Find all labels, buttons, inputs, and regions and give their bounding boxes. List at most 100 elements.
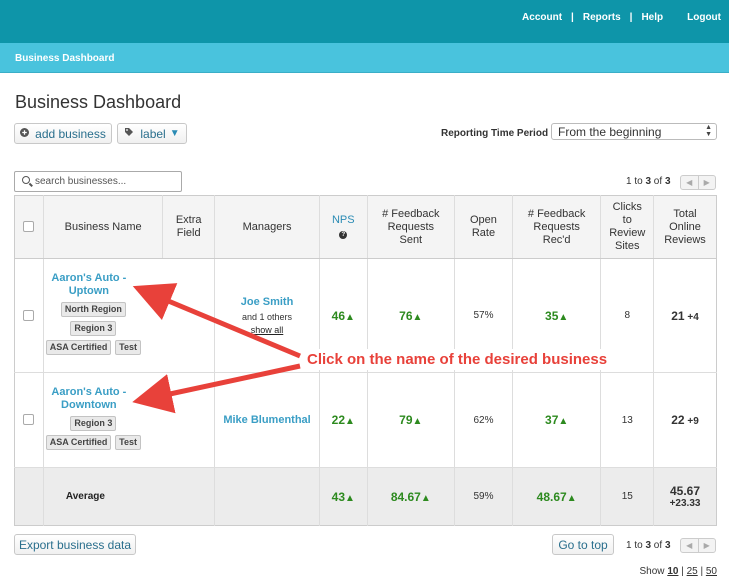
average-label: Average [43, 467, 215, 526]
manager-link[interactable]: Mike Blumenthal [215, 414, 319, 426]
add-business-button[interactable]: add business [14, 123, 112, 144]
up-triangle-icon: ▲ [420, 492, 431, 504]
export-label: Export business data [18, 537, 132, 552]
col-open-rate[interactable]: Open Rate [454, 195, 513, 259]
avg-reviews-delta: +23.33 [669, 498, 701, 509]
search-icon [22, 176, 30, 184]
page-title: Business Dashboard [15, 92, 182, 112]
tag-badge: ASA Certified [45, 340, 112, 355]
go-to-top-button[interactable]: Go to top [552, 534, 614, 555]
up-triangle-icon: ▲ [345, 492, 355, 504]
col-total-reviews[interactable]: Total Online Reviews [653, 195, 717, 259]
nav-logout[interactable]: Logout [687, 12, 721, 23]
avg-open-rate-value: 59% [454, 467, 513, 526]
open-rate-value: 62% [454, 372, 513, 468]
page-size-25[interactable]: 25 [687, 566, 698, 577]
next-page-icon[interactable]: ▶ [697, 539, 716, 552]
page-size-50[interactable]: 50 [706, 566, 717, 577]
feedback-recd-value: 35 [545, 308, 559, 323]
avg-nps-value: 43 [331, 489, 346, 504]
col-managers[interactable]: Managers [214, 195, 321, 259]
up-triangle-icon: ▲ [345, 416, 355, 427]
tag-icon [124, 127, 134, 140]
up-triangle-icon: ▲ [345, 311, 355, 323]
callout-text: Click on the name of the desired busines… [303, 349, 612, 370]
tag-badge: North Region [60, 302, 126, 317]
feedback-sent-value: 76 [399, 308, 413, 323]
avg-total-reviews-value: 45.67 [670, 484, 701, 498]
label-button[interactable]: label ▼ [117, 123, 187, 144]
show-all-link[interactable]: show all [251, 325, 284, 335]
tag-badge: Test [115, 340, 142, 355]
row-checkbox[interactable] [23, 414, 35, 426]
col-extra-field[interactable]: Extra Field [162, 195, 215, 259]
average-row: Average 43▲ 84.67▲ 59% 48.67▲ 15 45.67 +2… [14, 467, 717, 526]
business-name-link[interactable]: Aaron's Auto - Downtown [44, 386, 134, 412]
avg-feedback-recd-value: 48.67 [536, 489, 567, 504]
tag-badge: ASA Certified [45, 435, 112, 450]
up-triangle-icon: ▲ [566, 492, 577, 504]
caret-down-icon: ▼ [169, 128, 180, 139]
row-checkbox[interactable] [23, 309, 35, 321]
tag-badge: Test [115, 435, 142, 450]
feedback-recd-value: 37 [545, 413, 559, 427]
updown-arrows-icon: ▲ ▼ [705, 124, 712, 138]
avg-feedback-sent-value: 84.67 [390, 489, 421, 504]
nps-value: 46 [331, 308, 346, 323]
export-business-data-button[interactable]: Export business data [14, 534, 136, 555]
up-triangle-icon: ▲ [558, 311, 569, 323]
reporting-period-label: Reporting Time Period [441, 128, 549, 139]
go-to-top-label: Go to top [558, 537, 608, 552]
up-triangle-icon: ▲ [412, 311, 423, 323]
col-feedback-sent[interactable]: # Feedback Requests Sent [367, 195, 456, 259]
feedback-sent-value: 79 [399, 413, 413, 427]
tag-badge: Region 3 [70, 416, 117, 431]
col-feedback-recd[interactable]: # Feedback Requests Rec'd [512, 195, 602, 259]
up-triangle-icon: ▲ [558, 416, 569, 427]
table-header-row: Business Name Extra Field Managers NPS? … [14, 195, 717, 259]
clicks-value: 13 [600, 372, 655, 468]
search-placeholder: search businesses... [35, 176, 127, 187]
top-bar: Account | Reports | Help Logout [0, 0, 729, 43]
table-row: Aaron's Auto - Downtown Region 3 ASA Cer… [14, 372, 717, 468]
nav-separator: | [629, 12, 633, 23]
prev-page-icon[interactable]: ◀ [681, 539, 698, 552]
add-business-label: add business [35, 126, 106, 141]
pagination-summary: 1 to 3 of 3 [626, 176, 671, 187]
show-label: Show [639, 566, 665, 577]
nps-value: 22 [331, 413, 346, 427]
label-button-text: label [140, 126, 166, 141]
question-circle-icon[interactable]: ? [339, 231, 348, 239]
breadcrumb-title[interactable]: Business Dashboard [15, 53, 114, 64]
tag-list: Region 3 ASA Certified Test [44, 416, 144, 454]
breadcrumb-bar: Business Dashboard [0, 43, 729, 73]
col-business-name[interactable]: Business Name [43, 195, 164, 259]
nav-account[interactable]: Account [522, 12, 562, 23]
nav-help[interactable]: Help [641, 12, 663, 23]
total-reviews-value: 22 [671, 413, 685, 427]
select-all-checkbox[interactable] [23, 221, 35, 233]
pagination-summary-bottom: 1 to 3 of 3 [626, 540, 671, 551]
manager-others: and 1 others [242, 311, 293, 322]
top-nav: Account | Reports | Help Logout [522, 12, 721, 23]
total-reviews-value: 21 [671, 308, 685, 323]
up-triangle-icon: ▲ [412, 416, 423, 427]
nav-separator: | [571, 12, 574, 23]
col-clicks-review-sites[interactable]: Clicks to Review Sites [600, 195, 655, 259]
tag-badge: Region 3 [70, 321, 117, 336]
reporting-period-select[interactable]: From the beginning ▲ ▼ [551, 123, 717, 140]
nav-reports[interactable]: Reports [583, 12, 621, 23]
reviews-delta: +4 [687, 311, 699, 323]
plus-circle-icon [20, 127, 30, 140]
page-size-10[interactable]: 10 [667, 566, 678, 577]
pagination-buttons: ◀ ▶ [680, 175, 716, 190]
page-size-selector: Show 10 | 25 | 50 [639, 566, 717, 577]
manager-link[interactable]: Joe Smith [215, 296, 319, 308]
next-page-icon[interactable]: ▶ [697, 176, 716, 189]
search-input[interactable]: search businesses... [14, 171, 182, 192]
business-name-link[interactable]: Aaron's Auto - Uptown [44, 272, 134, 298]
prev-page-icon[interactable]: ◀ [681, 176, 698, 189]
reporting-period-value: From the beginning [558, 125, 662, 139]
col-nps[interactable]: NPS? [319, 195, 368, 259]
reviews-delta: +9 [687, 416, 699, 427]
